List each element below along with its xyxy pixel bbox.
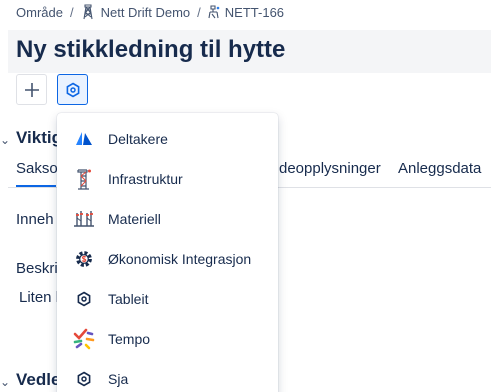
menu-item-label: Deltakere [108,131,168,147]
section-heading-viktig[interactable]: Viktig [16,128,62,148]
add-button[interactable] [16,74,47,105]
section-heading-vedlegg[interactable]: Vedle [16,370,60,390]
issue-toolbar [16,74,88,105]
materiell-icon [73,208,95,230]
infrastruktur-icon [73,168,95,190]
field-label-innhold: Inneh [16,211,54,228]
menu-item-label: Tableit [108,291,149,307]
issue-type-icon [208,4,220,20]
menu-item-sja[interactable]: Sja [57,359,278,392]
power-tower-icon [81,4,95,20]
breadcrumb-item-project[interactable]: Nett Drift Demo [101,5,191,20]
breadcrumb-item-omrade[interactable]: Område [16,5,63,20]
breadcrumb-item-issue-key[interactable]: NETT-166 [225,5,284,20]
menu-item-label: Økonomisk Integrasjon [108,251,252,267]
deltakere-icon [73,128,95,150]
menu-item-tempo[interactable]: Tempo [57,319,278,359]
field-value-beskrivelse[interactable]: Liten l [19,289,59,306]
app-hexagon-icon [66,82,79,97]
menu-item-label: Sja [108,371,129,387]
tab-anleggsdata[interactable]: Anleggsdata [398,160,481,177]
menu-item-materiell[interactable]: Materiell [57,199,278,239]
collapse-chevron-icon[interactable]: ⌄ [0,133,10,147]
hexagon-icon [73,288,95,310]
menu-item-infrastruktur[interactable]: Infrastruktur [57,159,278,199]
plus-icon [24,82,39,97]
breadcrumb-separator: / [197,4,201,20]
menu-item-tableit[interactable]: Tableit [57,279,278,319]
menu-item-label: Infrastruktur [108,171,183,187]
breadcrumb: Område / Nett Drift Demo / NETT-166 [16,3,284,21]
menu-item-label: Tempo [108,331,151,347]
apps-dropdown-menu: Deltakere Infrastruktur Materiell Økonom… [57,113,278,392]
tab-saksopplysninger[interactable]: Sakso [16,160,58,177]
tempo-icon [73,328,95,350]
page-title[interactable]: Ny stikkledning til hytte [16,36,285,64]
menu-item-label: Materiell [108,211,161,227]
okonomisk-integrasjon-icon [73,248,95,270]
menu-item-okonomisk-integrasjon[interactable]: Økonomisk Integrasjon [57,239,278,279]
menu-item-deltakere[interactable]: Deltakere [57,119,278,159]
hexagon-icon [73,368,95,390]
tab-kundeopplysninger[interactable]: deopplysninger [279,160,381,177]
breadcrumb-separator: / [69,4,74,20]
collapse-chevron-icon[interactable]: ⌄ [0,375,10,389]
apps-button[interactable] [57,74,88,105]
field-label-beskrivelse: Beskri [16,260,58,277]
